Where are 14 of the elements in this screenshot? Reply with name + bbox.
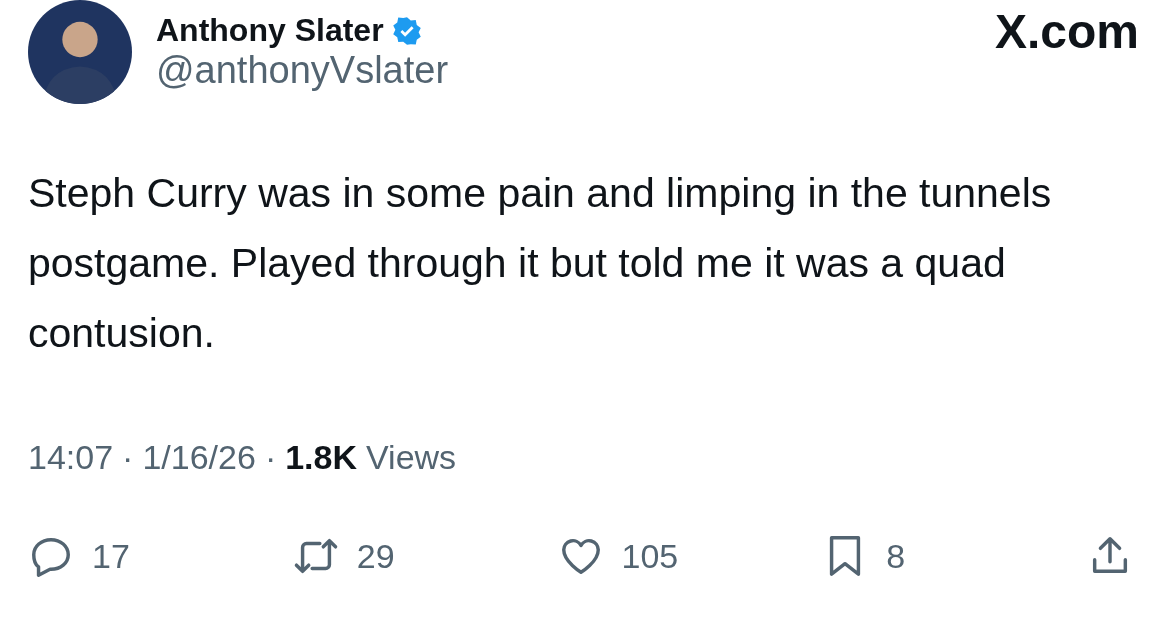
action-count: 29 [356, 536, 395, 576]
action-count: 105 [621, 536, 679, 576]
views-count: 1.8K [285, 438, 358, 477]
action-count: 8 [886, 536, 906, 576]
post-date: 1/16/26 [142, 438, 256, 477]
site-label: X.com [994, 4, 1139, 59]
views-label: Views [366, 438, 457, 477]
author-name[interactable]: Anthony Slater [156, 12, 384, 49]
separator-dot: · [264, 438, 277, 477]
action-count: 17 [92, 536, 130, 576]
post-time: 14:07 [28, 438, 114, 477]
separator-dot: · [122, 438, 134, 477]
post-text: Steph Curry was in some pain and limping in the tunnels postgame. Played through it but told me it was a quad contusion. [28, 169, 1053, 358]
author-handle[interactable]: @anthonyVslater [156, 49, 971, 92]
